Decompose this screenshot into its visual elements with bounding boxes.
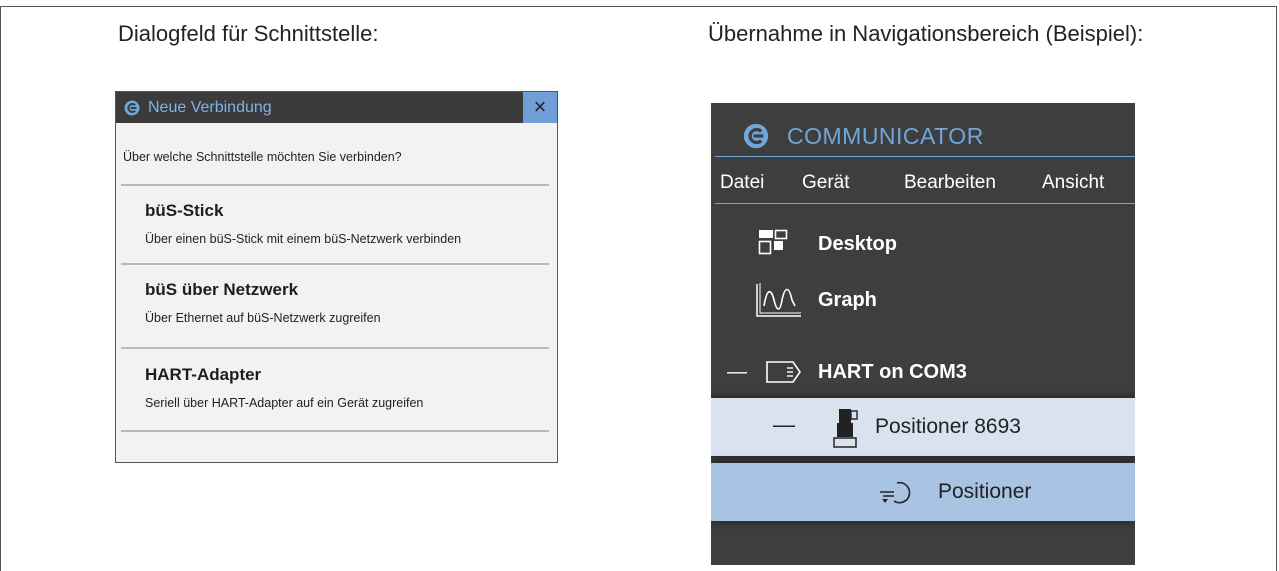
option-description: Über Ethernet auf büS-Netzwerk zugreifen [145, 311, 381, 325]
interface-icon [766, 361, 801, 383]
tree-label: Graph [818, 289, 877, 311]
divider [121, 347, 549, 349]
positioner-function-icon [880, 481, 911, 504]
communicator-logo-icon [743, 123, 769, 149]
option-title: HART-Adapter [145, 365, 262, 384]
graph-icon [756, 283, 801, 317]
option-description: Über einen büS-Stick mit einem büS-Netzw… [145, 232, 462, 246]
close-button[interactable]: × [523, 92, 557, 123]
tree-item-positioner[interactable]: Positioner [711, 463, 1135, 521]
communicator-logo-icon [124, 100, 140, 116]
divider [715, 203, 1135, 204]
dialog-titlebar: Neue Verbindung × [116, 92, 557, 123]
option-description: Seriell über HART-Adapter auf ein Gerät … [145, 396, 424, 410]
menu-geraet[interactable]: Gerät [802, 169, 850, 197]
dialog-title: Neue Verbindung [148, 99, 272, 116]
tree-label: HART on COM3 [818, 361, 967, 383]
tree-label: Positioner 8693 [875, 415, 1021, 438]
menu-bar: Datei Gerät Bearbeiten Ansicht [711, 165, 1135, 203]
valve-device-icon [833, 409, 858, 448]
tree-item-positioner-8693[interactable]: — Positioner 8693 [711, 398, 1135, 456]
dialog-question: Über welche Schnittstelle möchten Sie ve… [123, 150, 402, 164]
menu-ansicht[interactable]: Ansicht [1042, 169, 1104, 197]
menu-bearbeiten[interactable]: Bearbeiten [904, 169, 996, 197]
option-title: büS über Netzwerk [145, 280, 299, 299]
menu-datei[interactable]: Datei [720, 169, 764, 197]
option-bus-stick[interactable]: büS-Stick Über einen büS-Stick mit einem… [116, 186, 557, 258]
dialog-caption: Dialogfeld für Schnittstelle: [118, 21, 379, 46]
option-bus-network[interactable]: büS über Netzwerk Über Ethernet auf büS-… [116, 265, 557, 337]
desktop-icon [758, 229, 788, 255]
divider [715, 156, 1135, 157]
option-hart-adapter[interactable]: HART-Adapter Seriell über HART-Adapter a… [116, 350, 557, 422]
close-icon: × [533, 94, 547, 119]
tree-item-graph[interactable]: Graph [711, 274, 1135, 326]
navigation-panel: COMMUNICATOR Datei Gerät Bearbeiten Ansi… [711, 103, 1135, 565]
tree-item-hart-connection[interactable]: — HART on COM3 [711, 346, 1135, 398]
divider [121, 430, 549, 432]
collapse-icon[interactable]: — [773, 411, 795, 439]
navigation-caption: Übernahme in Navigationsbereich (Beispie… [708, 21, 1144, 46]
tree-label: Desktop [818, 233, 897, 255]
tree-item-desktop[interactable]: Desktop [711, 218, 1135, 270]
new-connection-dialog: Neue Verbindung × Über welche Schnittste… [115, 91, 558, 463]
app-title: COMMUNICATOR [787, 123, 984, 149]
option-title: büS-Stick [145, 201, 224, 220]
tree-label: Positioner [938, 480, 1032, 503]
collapse-icon[interactable]: — [727, 358, 747, 386]
